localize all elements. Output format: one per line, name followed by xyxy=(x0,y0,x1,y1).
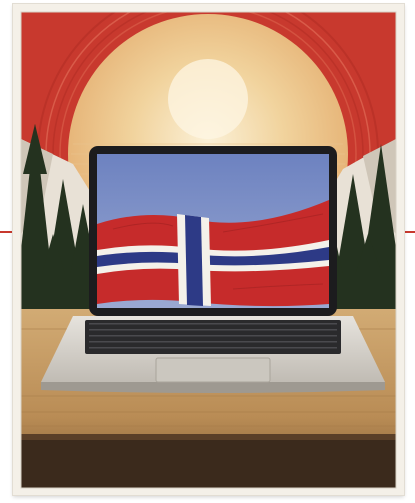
poster-illustration xyxy=(13,4,404,495)
laptop-flag-artwork xyxy=(20,11,397,489)
table-shadow xyxy=(21,434,396,488)
keyboard xyxy=(85,320,341,354)
right-accent-line xyxy=(403,231,415,233)
left-accent-line xyxy=(0,231,14,233)
trackpad xyxy=(155,357,271,383)
laptop-icon xyxy=(41,146,385,393)
image-frame xyxy=(0,0,415,503)
